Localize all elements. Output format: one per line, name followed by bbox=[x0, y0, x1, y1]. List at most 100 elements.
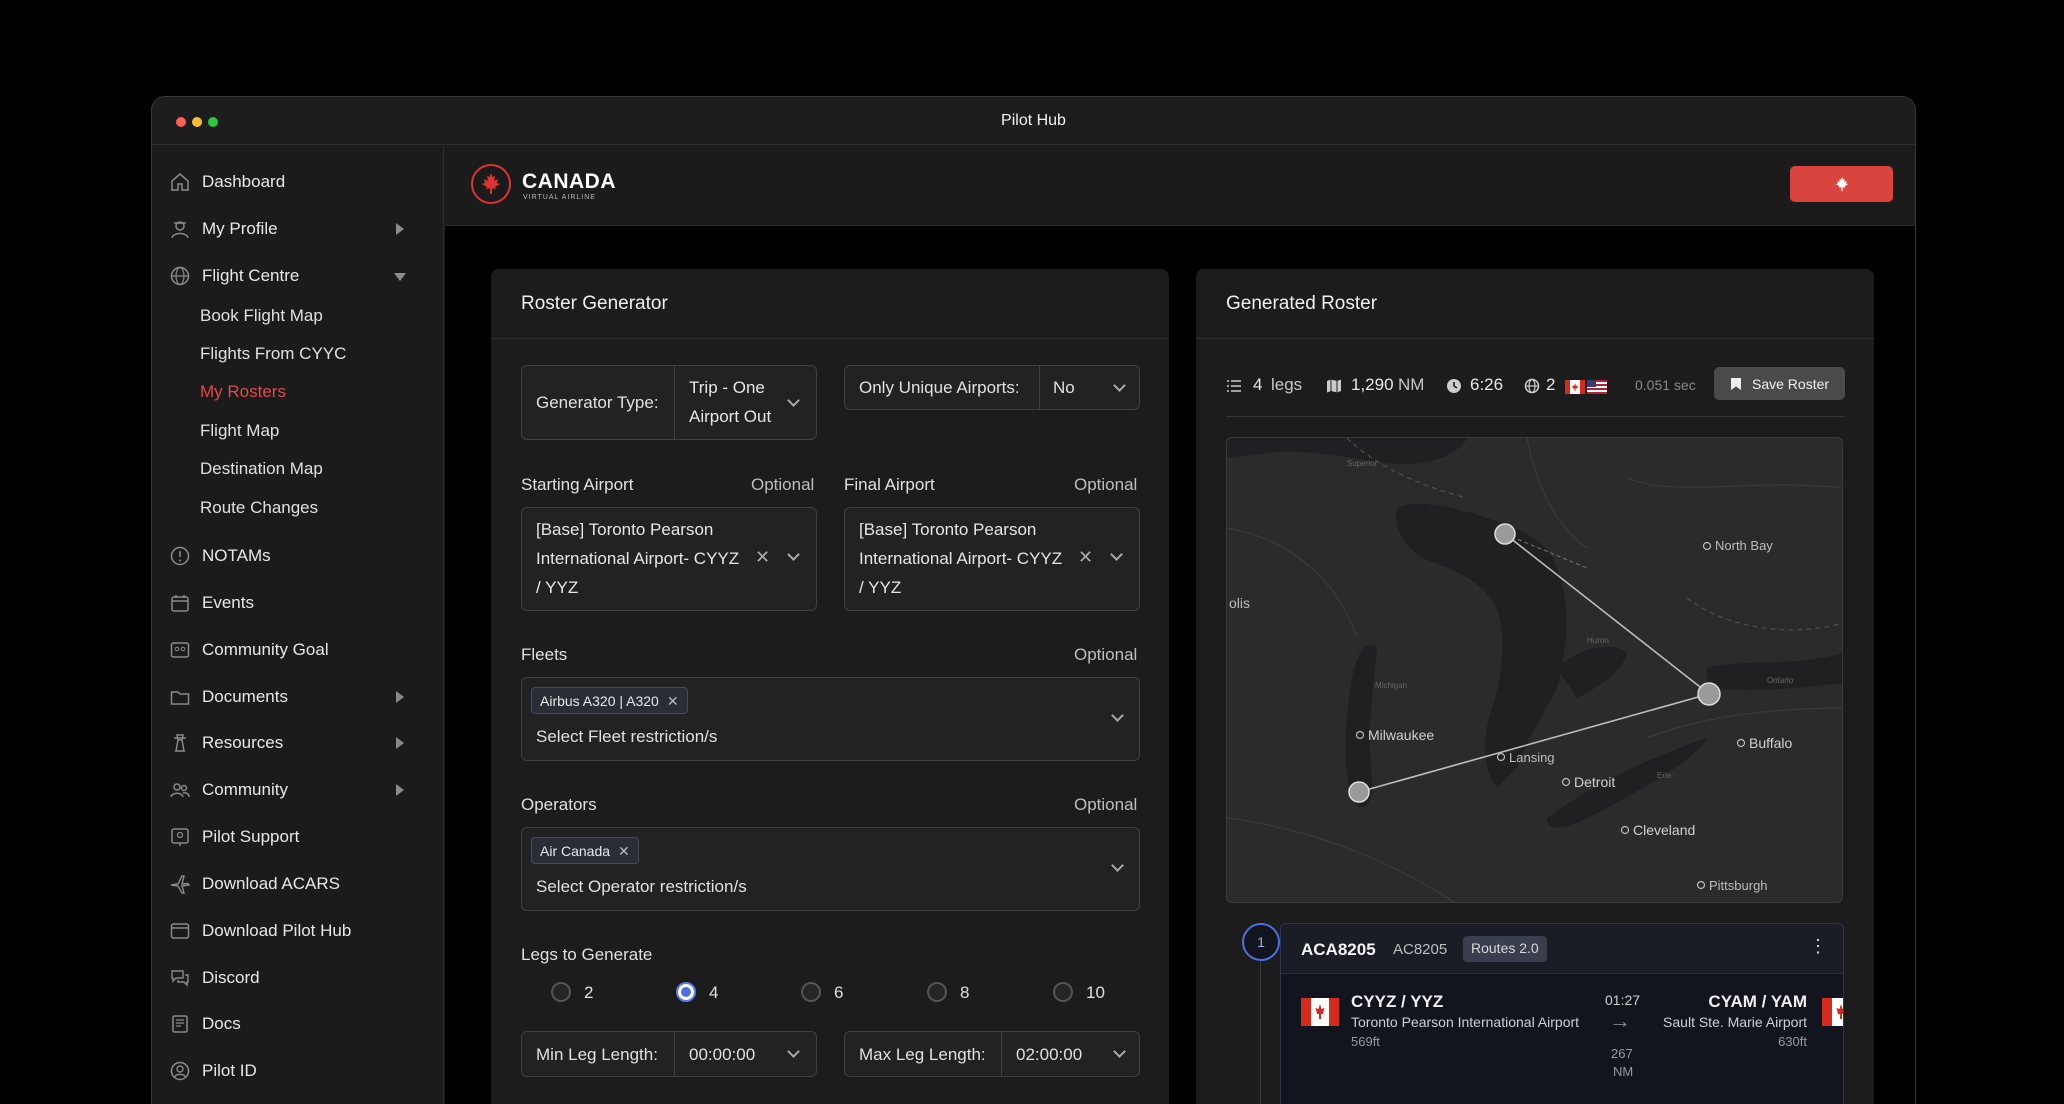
globe-icon bbox=[1524, 378, 1540, 394]
airline-switch-button[interactable] bbox=[1790, 166, 1893, 202]
sidebar-item-documents[interactable]: Documents bbox=[152, 677, 444, 717]
map-label: Cleveland bbox=[1633, 822, 1695, 838]
remove-tag-icon[interactable]: ✕ bbox=[618, 843, 630, 859]
support-icon bbox=[171, 828, 189, 846]
legs-radio-label: 4 bbox=[709, 983, 719, 1002]
save-roster-button[interactable]: Save Roster bbox=[1714, 367, 1845, 400]
leg-card[interactable]: ACA8205 AC8205 Routes 2.0 ⋮ CYYZ / YYZ T… bbox=[1280, 923, 1844, 1104]
legs-radio-10[interactable] bbox=[1053, 982, 1073, 1002]
legs-radio-2[interactable] bbox=[551, 982, 571, 1002]
operator-tag[interactable]: Air Canada ✕ bbox=[531, 837, 639, 864]
generator-type-select[interactable]: Generator Type: Trip - One Airport Out bbox=[521, 365, 817, 440]
routes-badge: Routes 2.0 bbox=[1463, 936, 1547, 962]
legs-unit: legs bbox=[1271, 375, 1303, 394]
legs-radio-label: 8 bbox=[960, 983, 970, 1002]
sidebar-item-download-pilot-hub[interactable]: Download Pilot Hub bbox=[152, 911, 444, 951]
flight-number: ACA8205 bbox=[1301, 940, 1376, 959]
route-map[interactable]: Superior North Bay olis Milwaukee Lansin… bbox=[1226, 437, 1843, 903]
divider bbox=[1039, 366, 1040, 409]
sidebar-item-download-acars[interactable]: Download ACARS bbox=[152, 864, 444, 904]
maple-leaf-icon bbox=[1835, 176, 1848, 192]
min-leg-length-select[interactable]: Min Leg Length: 00:00:00 bbox=[521, 1031, 817, 1077]
sidebar-item-flight-centre[interactable]: Flight Centre bbox=[152, 256, 444, 296]
starting-airport-label: Starting Airport bbox=[521, 475, 634, 494]
sidebar-subitem-route-changes[interactable]: Route Changes bbox=[200, 498, 318, 518]
sidebar-subitem-flights-from-cyyc[interactable]: Flights From CYYC bbox=[200, 344, 346, 364]
sidebar-item-label: Download ACARS bbox=[202, 874, 340, 893]
sidebar-item-label: Flight Centre bbox=[202, 266, 300, 285]
legs-radio-label: 10 bbox=[1086, 983, 1105, 1002]
plane-icon bbox=[170, 875, 191, 894]
final-airport-select[interactable]: [Base] Toronto Pearson International Air… bbox=[844, 507, 1140, 611]
sidebar-subitem-destination-map[interactable]: Destination Map bbox=[200, 459, 323, 479]
user-circle-icon bbox=[170, 1061, 190, 1081]
tower-icon bbox=[174, 734, 186, 752]
chevron-down-icon bbox=[1111, 709, 1124, 722]
arrival-code: CYAM / YAM bbox=[1708, 992, 1807, 1011]
clear-icon[interactable]: ✕ bbox=[755, 547, 770, 568]
sidebar-item-pilot-id[interactable]: Pilot ID bbox=[152, 1051, 444, 1091]
sidebar-item-pilot-support[interactable]: Pilot Support bbox=[152, 817, 444, 857]
fleet-tag[interactable]: Airbus A320 | A320 ✕ bbox=[531, 687, 688, 714]
arrival-name: Sault Ste. Marie Airport bbox=[1663, 1014, 1807, 1030]
route-map-canvas: Superior North Bay olis Milwaukee Lansin… bbox=[1227, 438, 1842, 902]
sidebar-item-my-profile[interactable]: My Profile bbox=[152, 209, 444, 249]
final-airport-label: Final Airport bbox=[844, 475, 935, 494]
sidebar-item-community[interactable]: Community bbox=[152, 770, 444, 810]
final-airport-line1: [Base] Toronto Pearson bbox=[859, 520, 1037, 539]
calendar-icon bbox=[171, 595, 189, 612]
sidebar-item-label: Dashboard bbox=[202, 172, 286, 191]
home-icon bbox=[171, 173, 189, 191]
optional-hint: Optional bbox=[1074, 475, 1138, 494]
unique-airports-select[interactable]: Only Unique Airports: No bbox=[844, 365, 1140, 410]
panel-title: Roster Generator bbox=[521, 293, 668, 314]
panel-header: Generated Roster bbox=[1196, 269, 1874, 339]
generator-type-value-line2: Airport Out bbox=[689, 407, 772, 426]
sidebar-subitem-my-rosters[interactable]: My Rosters bbox=[200, 382, 286, 402]
sidebar-item-resources[interactable]: Resources bbox=[152, 723, 444, 763]
sidebar-item-discord[interactable]: Discord bbox=[152, 958, 444, 998]
brand-name: CANADA bbox=[522, 170, 616, 193]
timeline-line bbox=[1260, 961, 1261, 1104]
more-options-icon[interactable]: ⋮ bbox=[1809, 936, 1827, 957]
final-airport-line3: / YYZ bbox=[859, 578, 902, 597]
legs-count: 4 bbox=[1253, 375, 1263, 394]
fleets-label: Fleets bbox=[521, 645, 568, 664]
countries-count: 2 bbox=[1546, 375, 1556, 394]
alert-circle-icon bbox=[170, 546, 190, 566]
fleets-multiselect[interactable]: Airbus A320 | A320 ✕ Select Fleet restric… bbox=[521, 677, 1140, 761]
map-label: North Bay bbox=[1715, 538, 1773, 553]
sidebar-subitem-book-flight-map[interactable]: Book Flight Map bbox=[200, 306, 323, 326]
sidebar-item-label: Download Pilot Hub bbox=[202, 921, 352, 940]
clear-icon[interactable]: ✕ bbox=[1078, 547, 1093, 568]
unique-airports-label: Only Unique Airports: bbox=[859, 378, 1020, 397]
generator-type-value-line1: Trip - One bbox=[689, 378, 765, 397]
max-leg-length-select[interactable]: Max Leg Length: 02:00:00 bbox=[844, 1031, 1140, 1077]
total-time: 6:26 bbox=[1470, 375, 1504, 394]
operators-multiselect[interactable]: Air Canada ✕ Select Operator restriction/… bbox=[521, 827, 1140, 911]
divider bbox=[674, 1032, 675, 1076]
starting-airport-select[interactable]: [Base] Toronto Pearson International Air… bbox=[521, 507, 817, 611]
legs-radio-8[interactable] bbox=[927, 982, 947, 1002]
chevron-down-icon bbox=[787, 1045, 800, 1058]
sidebar-item-dashboard[interactable]: Dashboard bbox=[152, 162, 444, 202]
title-bar: Pilot Hub bbox=[152, 97, 1915, 145]
sidebar-item-events[interactable]: Events bbox=[152, 583, 444, 623]
max-leg-label: Max Leg Length: bbox=[859, 1045, 986, 1064]
sidebar-subitem-flight-map[interactable]: Flight Map bbox=[200, 421, 279, 441]
remove-tag-icon[interactable]: ✕ bbox=[667, 693, 679, 709]
sidebar-item-label: NOTAMs bbox=[202, 546, 271, 565]
legs-radio-4[interactable] bbox=[676, 982, 696, 1002]
main-content: CANADA VIRTUAL AIRLINE Roster Generator … bbox=[445, 146, 1915, 1104]
window-title: Pilot Hub bbox=[1001, 112, 1066, 129]
legs-radio-6[interactable] bbox=[801, 982, 821, 1002]
operator-tag-label: Air Canada bbox=[540, 843, 611, 859]
map-label: Buffalo bbox=[1749, 735, 1793, 751]
sidebar-item-docs[interactable]: Docs bbox=[152, 1004, 444, 1044]
sidebar-item-notams[interactable]: NOTAMs bbox=[152, 536, 444, 576]
roster-generator-panel: Roster Generator Generator Type: Trip - … bbox=[491, 269, 1169, 1104]
airline-logo[interactable] bbox=[471, 164, 511, 204]
sidebar-item-community-goal[interactable]: Community Goal bbox=[152, 630, 444, 670]
clock-icon bbox=[1447, 379, 1461, 393]
map-label: Huron bbox=[1587, 636, 1609, 645]
